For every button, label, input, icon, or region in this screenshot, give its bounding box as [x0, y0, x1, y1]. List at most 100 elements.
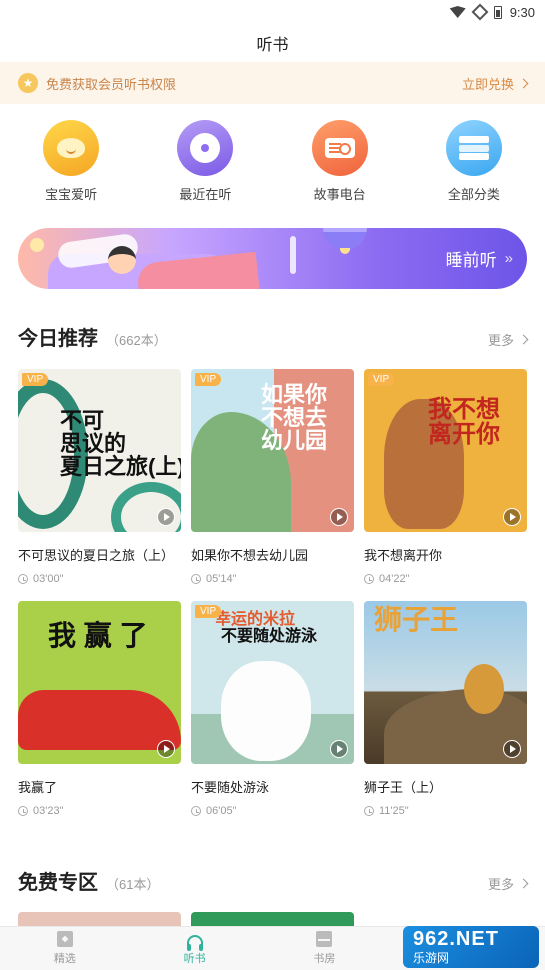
tab-study[interactable]: 书房: [260, 927, 390, 970]
book-duration-row: 05'14": [191, 573, 354, 585]
section-count: （662本）: [106, 333, 167, 348]
play-icon[interactable]: [157, 508, 175, 526]
book-title: 如果你不想去幼儿园: [191, 548, 309, 563]
book-title: 我赢了: [18, 780, 58, 795]
cover-title: 不要随处游泳: [221, 628, 318, 645]
section-count: （61本）: [106, 877, 160, 892]
chevron-right-icon: [518, 78, 529, 88]
sleeping-child-illustration: [108, 246, 136, 274]
vip-badge: VIP: [22, 373, 49, 386]
book-title: 不要随处游泳: [191, 780, 270, 795]
baby-face-icon: [43, 120, 100, 176]
member-promo-bar[interactable]: ★ 免费获取会员听书权限 立即兑换: [0, 62, 545, 104]
bedtime-label: 睡前听 »: [445, 228, 514, 289]
book-duration: 05'14": [206, 573, 237, 585]
site-watermark-logo: 962.NET 乐游网: [403, 926, 539, 968]
book-card[interactable]: 我 赢 了 我赢了 03'23": [18, 601, 181, 817]
tab-featured[interactable]: 精选: [0, 927, 130, 970]
book-cover[interactable]: [18, 912, 181, 926]
more-label: 更多: [487, 333, 514, 348]
bedtime-text: 睡前听: [445, 251, 497, 270]
battery-icon: [493, 5, 502, 19]
quick-nav-label: 故事电台: [313, 187, 366, 202]
book-duration: 03'00": [33, 573, 64, 585]
vip-badge: VIP: [195, 373, 222, 386]
book-grid: VIP 不可 思议的 夏日之旅(上) 不可思议的夏日之旅（上） 03'00" V…: [18, 369, 528, 817]
book-duration-row: 11'25": [364, 805, 527, 817]
watermark-main: 962.NET: [413, 928, 499, 950]
bedtime-listening-banner[interactable]: 睡前听 »: [18, 228, 527, 289]
double-chevron-right-icon: »: [504, 250, 514, 267]
tab-label: 听书: [183, 953, 206, 965]
more-link[interactable]: 更多: [487, 874, 529, 893]
book-duration: 03'23": [33, 805, 64, 817]
book-cover: VIP 如果你 不想去 幼儿园: [191, 369, 354, 532]
more-label: 更多: [487, 877, 514, 892]
redeem-label: 立即兑换: [461, 76, 514, 92]
page-title: 听书: [256, 37, 289, 54]
book-cover: 狮子王: [364, 601, 527, 764]
free-zone-peek: [18, 912, 528, 926]
chevron-right-icon: [518, 878, 529, 889]
quick-nav-story-radio[interactable]: 故事电台: [285, 120, 395, 203]
book-card[interactable]: VIP 如果你 不想去 幼儿园 如果你不想去幼儿园 05'14": [191, 369, 354, 585]
section-title: 免费专区: [18, 872, 98, 894]
radio-icon: [311, 120, 368, 176]
book-card[interactable]: 狮子王 狮子王（上） 11'25": [364, 601, 527, 817]
book-card[interactable]: VIP 幸运的米拉 不要随处游泳 不要随处游泳 06'05": [191, 601, 354, 817]
play-icon[interactable]: [330, 508, 348, 526]
wifi-icon: [449, 6, 466, 18]
section-title: 今日推荐: [18, 328, 98, 350]
quick-nav-baby-loves[interactable]: 宝宝爱听: [16, 120, 126, 203]
vinyl-disc-icon: [177, 120, 234, 176]
status-time: 9:30: [509, 4, 535, 20]
moon-illustration: [30, 238, 44, 252]
play-icon[interactable]: [503, 740, 521, 758]
cover-title: 不可 思议的 夏日之旅(上): [60, 408, 181, 480]
book-cover[interactable]: [191, 912, 354, 926]
book-duration: 06'05": [206, 805, 237, 817]
status-bar: 9:30: [0, 0, 545, 24]
watermark-sub: 乐游网: [413, 951, 450, 965]
book-cover: 我 赢 了: [18, 601, 181, 764]
clock-icon: [191, 574, 201, 584]
crown-star-icon: ★: [18, 73, 38, 93]
quick-nav-label: 全部分类: [447, 187, 500, 202]
clock-icon: [191, 806, 201, 816]
book-card[interactable]: VIP 我不想 离开你 我不想离开你 04'22": [364, 369, 527, 585]
vip-badge: VIP: [195, 605, 222, 618]
tab-label: 精选: [53, 953, 76, 965]
quick-nav-recently-played[interactable]: 最近在听: [150, 120, 260, 203]
clock-icon: [364, 574, 374, 584]
no-signal-icon: [471, 3, 489, 21]
book-title: 狮子王（上）: [364, 780, 443, 795]
book-cover: VIP 不可 思议的 夏日之旅(上): [18, 369, 181, 532]
play-icon[interactable]: [503, 508, 521, 526]
tab-label: 书房: [313, 953, 336, 965]
book-duration-row: 03'00": [18, 573, 181, 585]
book-duration: 04'22": [379, 573, 410, 585]
quick-nav-all-categories[interactable]: 全部分类: [419, 120, 529, 203]
clock-icon: [18, 574, 28, 584]
redeem-now-link[interactable]: 立即兑换: [461, 74, 529, 93]
cover-title: 狮子王: [374, 604, 459, 635]
clock-icon: [364, 806, 374, 816]
play-icon[interactable]: [330, 740, 348, 758]
candle-illustration: [290, 236, 296, 274]
book-duration-row: 03'23": [18, 805, 181, 817]
book-card[interactable]: VIP 不可 思议的 夏日之旅(上) 不可思议的夏日之旅（上） 03'00": [18, 369, 181, 585]
play-icon[interactable]: [157, 740, 175, 758]
clock-icon: [18, 806, 28, 816]
quick-nav-label: 宝宝爱听: [45, 187, 98, 202]
category-box-icon: [445, 120, 502, 176]
featured-icon: [56, 931, 73, 947]
book-cover: VIP 我不想 离开你: [364, 369, 527, 532]
chevron-right-icon: [518, 334, 529, 345]
cover-title: 我不想 离开你: [428, 396, 500, 449]
quick-nav-label: 最近在听: [179, 187, 232, 202]
more-link[interactable]: 更多: [487, 330, 529, 349]
today-recommend-header: 今日推荐 （662本） 更多: [18, 322, 529, 351]
promo-text: 免费获取会员听书权限: [46, 76, 177, 92]
tab-listen[interactable]: 听书: [130, 927, 260, 970]
free-zone-header: 免费专区 （61本） 更多: [18, 866, 529, 895]
